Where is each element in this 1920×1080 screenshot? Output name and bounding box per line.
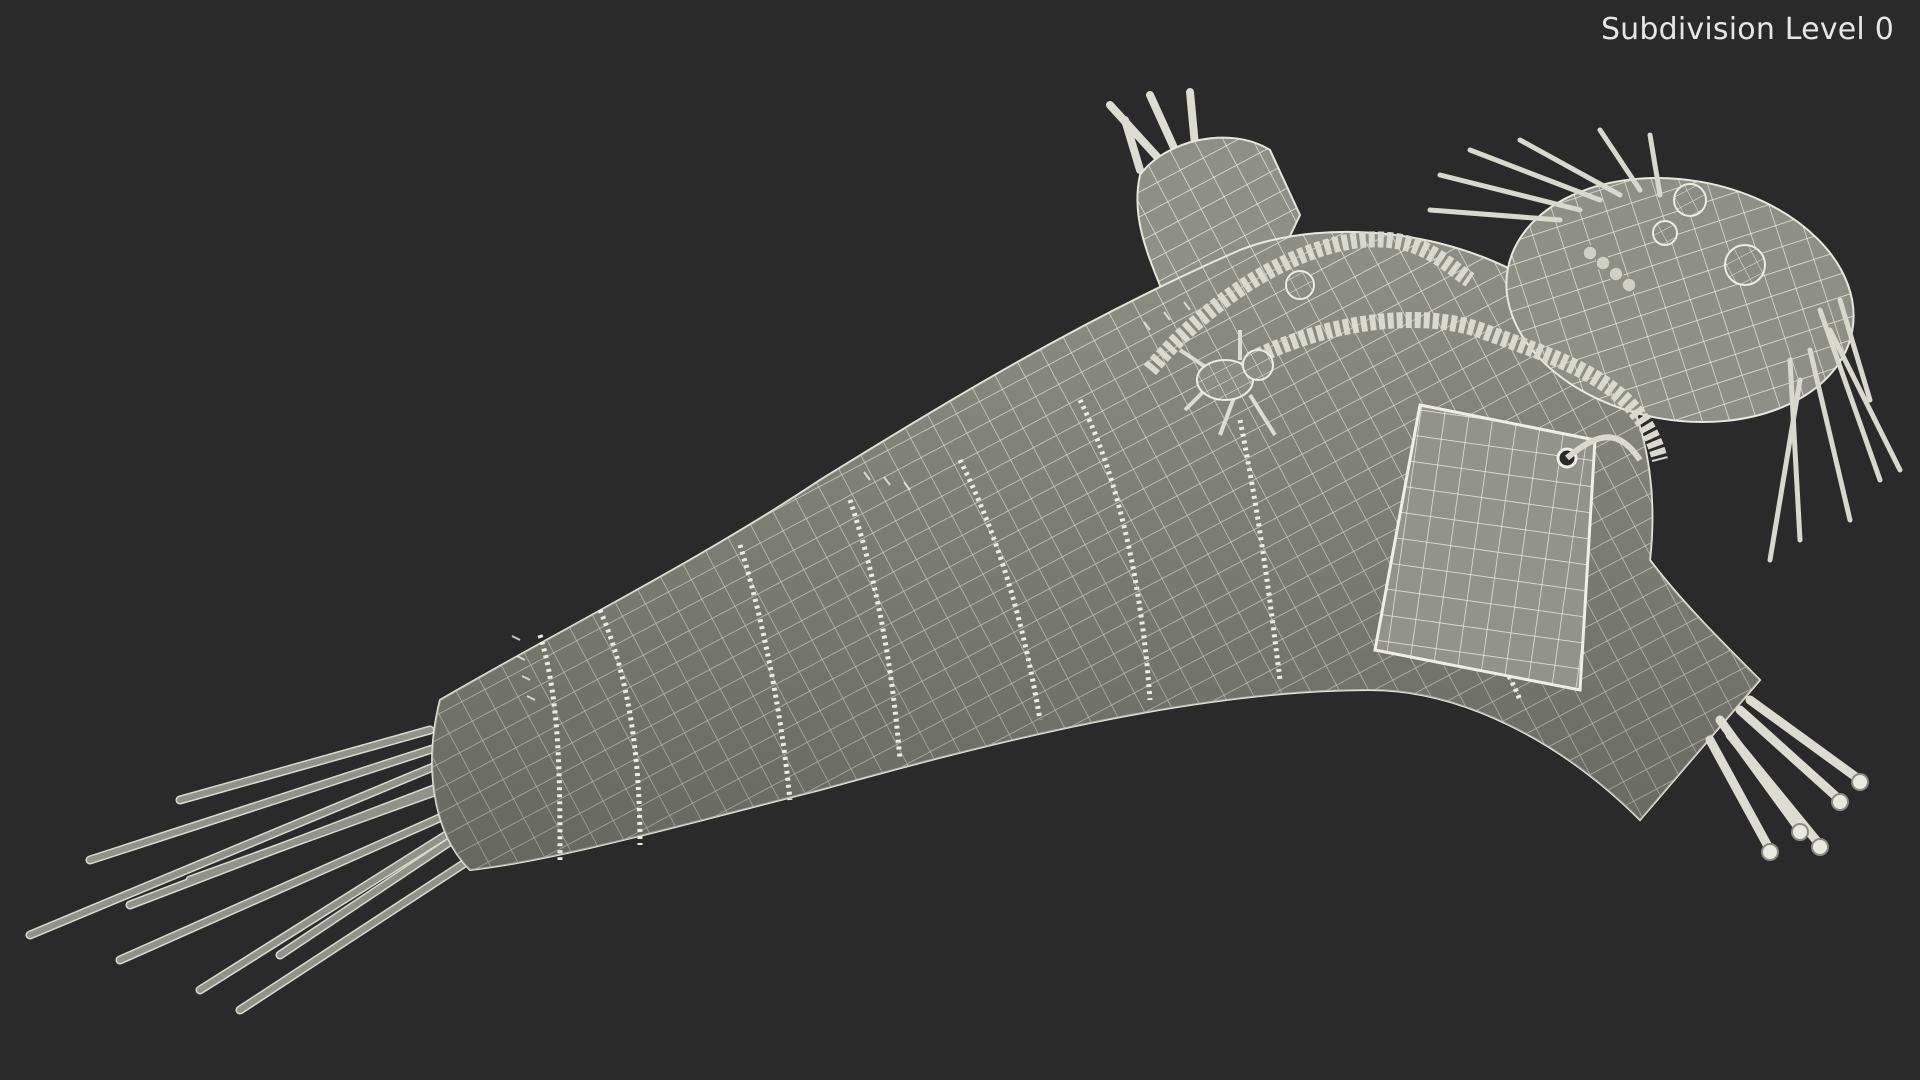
wireframe-viewport [25,88,1903,1015]
straw-bundle-right [1705,695,1865,855]
straw-bundle-left [25,725,505,1015]
subdivision-level-label: Subdivision Level 0 [1600,12,1894,47]
